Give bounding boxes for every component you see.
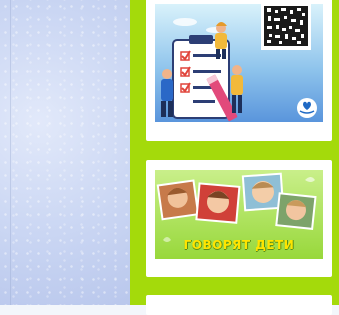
qr-code-icon <box>261 4 311 50</box>
children-speak-card[interactable]: ГОВОРЯТ ДЕТИ <box>146 160 332 277</box>
children-speak-banner[interactable]: ГОВОРЯТ ДЕТИ <box>155 170 323 259</box>
right-sidebar: ГОВОРЯТ ДЕТИ <box>130 0 339 315</box>
survey-banner[interactable] <box>155 4 323 122</box>
partial-card[interactable] <box>146 295 332 315</box>
background-divider <box>10 0 11 305</box>
heart-hand-logo-icon <box>297 98 317 118</box>
banner-title: ГОВОРЯТ ДЕТИ <box>183 238 295 252</box>
page-background <box>0 0 130 305</box>
survey-illustration <box>161 4 317 122</box>
survey-qr-card[interactable] <box>146 0 332 141</box>
